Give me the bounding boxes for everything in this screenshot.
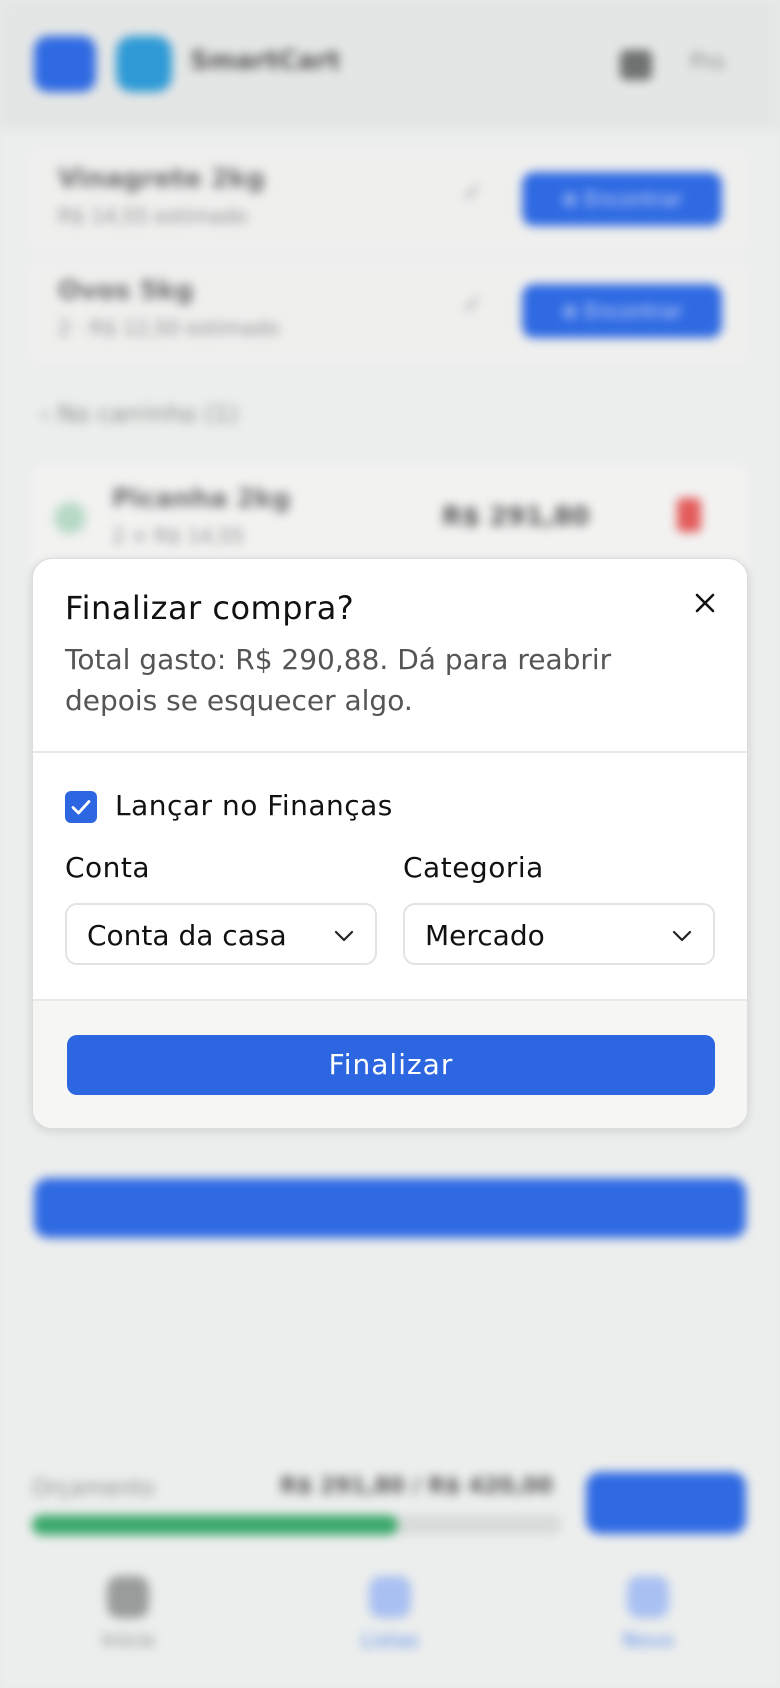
cart-item-title: Picanha 2kg xyxy=(112,484,291,514)
budget-progress-fill xyxy=(32,1515,398,1535)
account-select-value: Conta da casa xyxy=(87,919,287,952)
account-select[interactable]: Conta da casa xyxy=(65,903,377,965)
app-name: SmartCart xyxy=(190,46,341,76)
list-item: Vinagrete 2kg R$ 14,55 estimado ✓ ⊕ Enco… xyxy=(32,150,748,250)
tab-inicio[interactable]: Início xyxy=(68,1576,188,1652)
list-icon xyxy=(369,1576,411,1618)
divider xyxy=(33,751,747,753)
tab-novo[interactable]: Novo xyxy=(588,1576,708,1652)
checkmark-icon xyxy=(71,800,91,815)
tab-label: Início xyxy=(101,1628,155,1652)
close-icon[interactable] xyxy=(689,587,721,619)
app-header: SmartCart Pro xyxy=(0,0,780,130)
chevron-down-icon xyxy=(672,930,692,942)
trash-icon[interactable] xyxy=(677,498,701,532)
tab-listas[interactable]: Listas xyxy=(330,1576,450,1652)
item-title: Vinagrete 2kg xyxy=(58,164,265,194)
check-icon[interactable]: ✓ xyxy=(462,178,484,208)
dialog-title: Finalizar compra? xyxy=(65,589,355,627)
cart-item-price: R$ 291,80 xyxy=(442,502,590,532)
dialog-footer: Finalizar xyxy=(33,999,747,1128)
new-button[interactable] xyxy=(586,1472,746,1534)
find-button[interactable]: ⊕ Encontrar xyxy=(522,172,722,226)
tab-label: Novo xyxy=(622,1628,674,1652)
app-logo xyxy=(116,36,172,92)
checkbox-label[interactable]: Lançar no Finanças xyxy=(115,789,393,822)
find-button[interactable]: ⊕ Encontrar xyxy=(522,284,722,338)
status-dot-icon xyxy=(54,502,86,534)
menu-button[interactable] xyxy=(34,36,96,92)
tab-label: Listas xyxy=(361,1628,419,1652)
budget-label: Orçamento xyxy=(32,1476,155,1501)
launch-finance-checkbox[interactable] xyxy=(65,791,97,823)
finalize-dialog: Finalizar compra? Total gasto: R$ 290,88… xyxy=(32,558,748,1129)
list-item: Ovos 5kg 2 · R$ 12,50 estimado ✓ ⊕ Encon… xyxy=(32,262,748,362)
item-title: Ovos 5kg xyxy=(58,276,194,306)
category-label: Categoria xyxy=(403,851,544,884)
plus-icon xyxy=(627,1576,669,1618)
grid-icon[interactable] xyxy=(620,50,652,80)
item-subtitle: R$ 14,55 estimado xyxy=(58,204,248,228)
account-label: Conta xyxy=(65,851,151,884)
budget-value: R$ 291,80 / R$ 420,00 xyxy=(280,1474,553,1499)
finalize-button[interactable]: Finalizar xyxy=(67,1035,715,1095)
cart-item-subtitle: 2 × R$ 14,55 xyxy=(112,524,245,548)
plan-badge[interactable]: Pro xyxy=(690,50,725,75)
category-select-value: Mercado xyxy=(425,919,545,952)
item-subtitle: 2 · R$ 12,50 estimado xyxy=(58,316,280,340)
finalize-purchase-button[interactable] xyxy=(34,1178,746,1238)
check-icon[interactable]: ✓ xyxy=(462,290,484,320)
cart-section-label[interactable]: ‹ No carrinho (1) xyxy=(40,400,238,428)
dialog-description: Total gasto: R$ 290,88. Dá para reabrir … xyxy=(65,643,612,717)
category-select[interactable]: Mercado xyxy=(403,903,715,965)
home-icon xyxy=(107,1576,149,1618)
chevron-down-icon xyxy=(334,930,354,942)
budget-progress xyxy=(32,1515,562,1535)
